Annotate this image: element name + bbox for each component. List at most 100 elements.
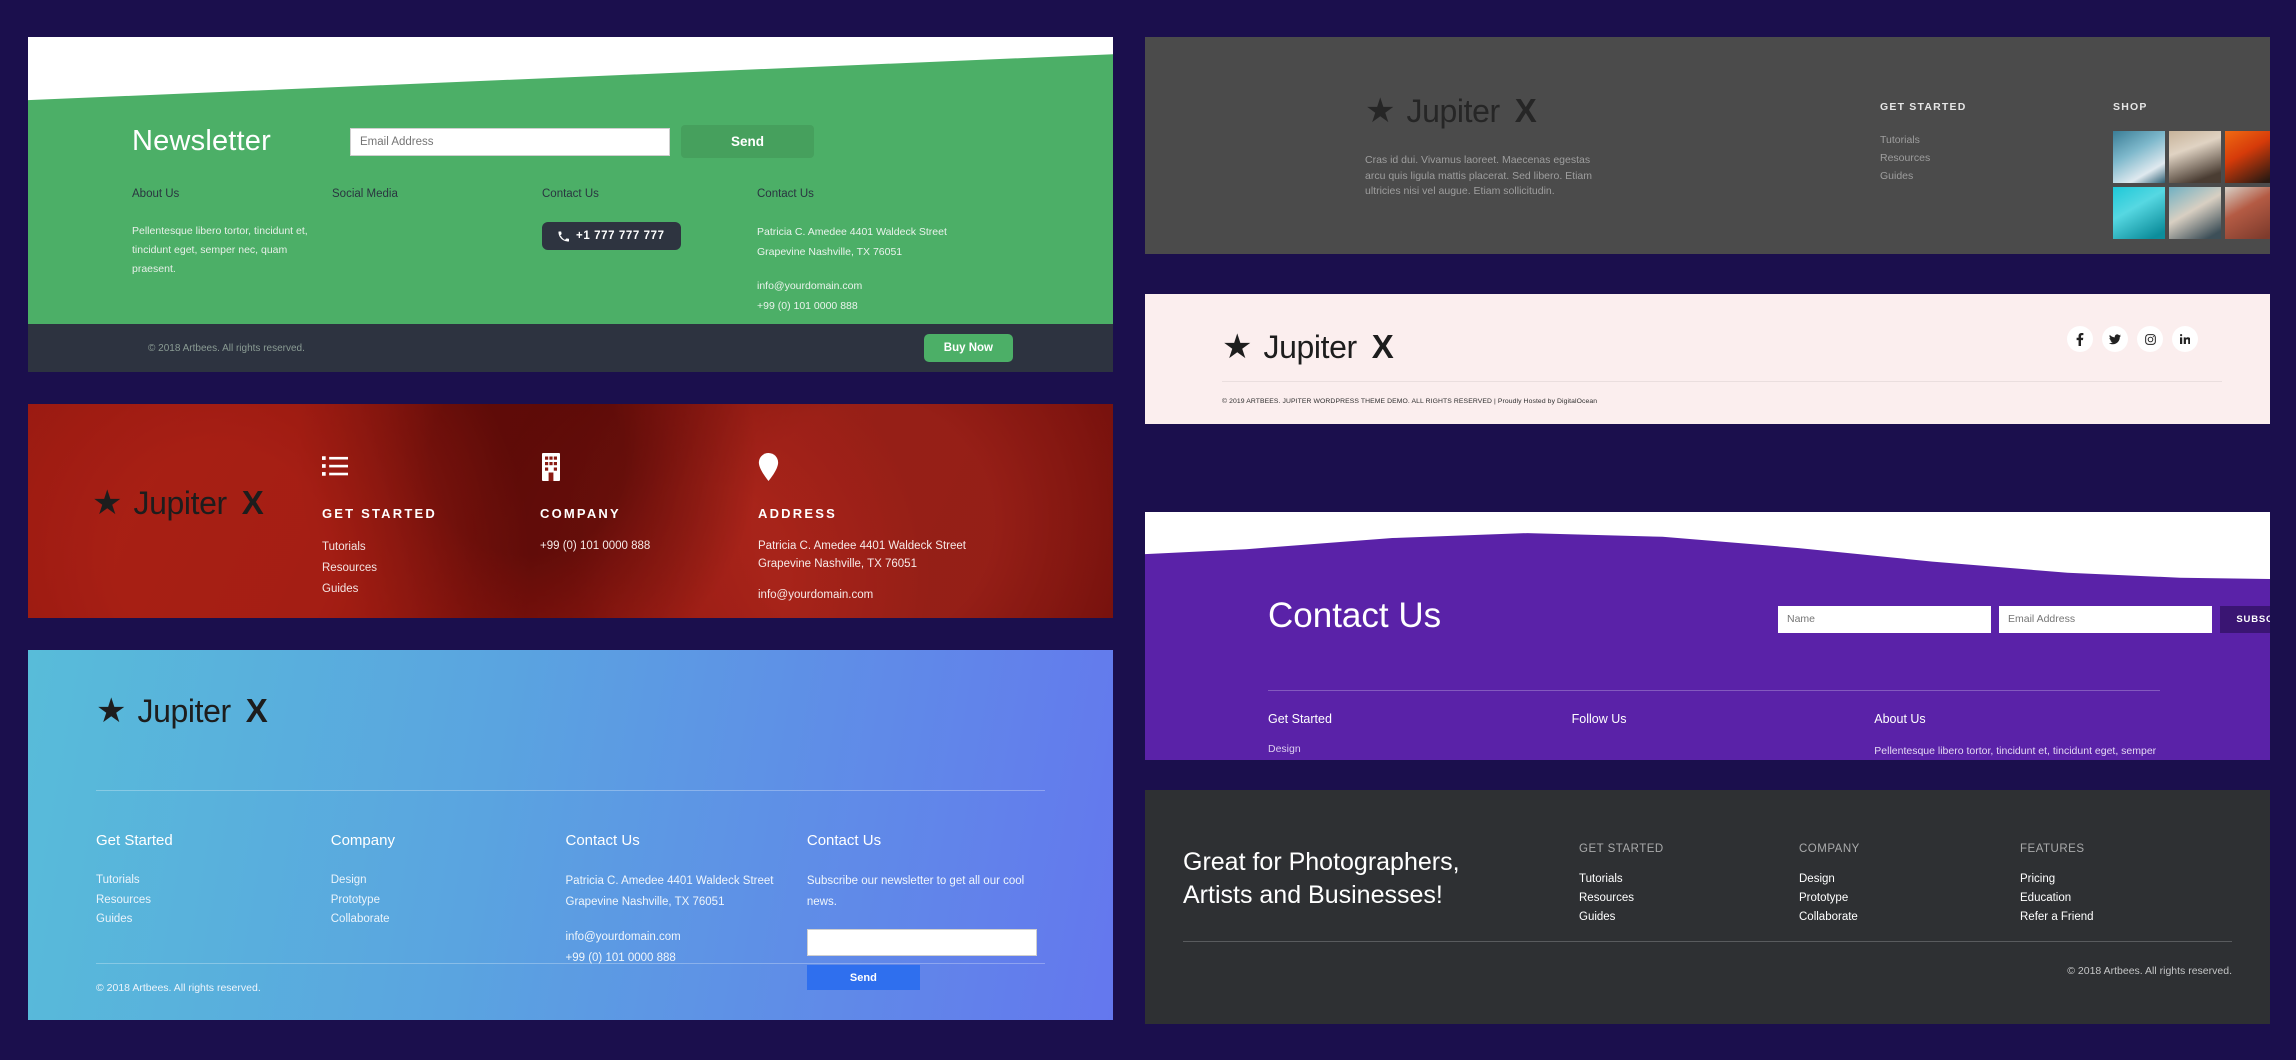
gray-description: Cras id dui. Vivamus laoreet. Maecenas e… bbox=[1365, 154, 1593, 197]
address-email[interactable]: info@yourdomain.com bbox=[757, 276, 1027, 296]
dark-headline: Great for Photographers, Artists and Bus… bbox=[1183, 846, 1533, 912]
blue-link-prototype[interactable]: Prototype bbox=[331, 891, 566, 911]
divider bbox=[1183, 941, 2232, 942]
green-col-address-heading: Contact Us bbox=[757, 188, 814, 200]
gray-col1-heading: GET STARTED bbox=[1880, 101, 1967, 113]
blue-link-resources[interactable]: Resources bbox=[96, 891, 331, 911]
gray-link-tutorials[interactable]: Tutorials bbox=[1880, 131, 1967, 149]
blue-send-button[interactable]: Send bbox=[806, 965, 920, 990]
shop-thumbnail[interactable] bbox=[2169, 131, 2221, 183]
blue-col2-heading: Company bbox=[330, 832, 395, 849]
green-col-social-heading: Social Media bbox=[332, 188, 398, 200]
newsletter-email-input[interactable] bbox=[350, 127, 670, 156]
buy-now-button[interactable]: Buy Now bbox=[923, 334, 1013, 362]
dark-link-guides[interactable]: Guides bbox=[1579, 908, 1664, 927]
dark-headline-line-2: Artists and Businesses! bbox=[1183, 881, 1443, 909]
phone-button[interactable]: +1 777 777 777 bbox=[542, 222, 681, 250]
footer-variant-gray: ★ Jupiter X Cras id dui. Vivamus laoreet… bbox=[1145, 37, 2270, 254]
blue-col4-heading: Contact Us bbox=[806, 832, 882, 849]
shop-thumbnail[interactable] bbox=[2225, 187, 2270, 239]
blue-link-guides[interactable]: Guides bbox=[96, 910, 331, 930]
email-input[interactable] bbox=[1999, 606, 2212, 633]
phone-icon bbox=[558, 230, 569, 242]
blue-address-email[interactable]: info@yourdomain.com bbox=[566, 927, 807, 948]
green-bottom-bar: © 2018 Artbees. All rights reserved. Buy… bbox=[28, 324, 1113, 372]
shop-thumbnail[interactable] bbox=[2225, 131, 2270, 183]
dark-link-prototype[interactable]: Prototype bbox=[1799, 889, 1860, 908]
blue-link-tutorials[interactable]: Tutorials bbox=[96, 871, 331, 891]
red-link-guides[interactable]: Guides bbox=[322, 579, 437, 600]
shop-thumbnail[interactable] bbox=[2169, 187, 2221, 239]
dark-link-collaborate[interactable]: Collaborate bbox=[1799, 908, 1860, 927]
green-columns: About Us Pellentesque libero tortor, tin… bbox=[132, 188, 1052, 316]
purple-col-about-us: About Us Pellentesque libero tortor, tin… bbox=[1874, 712, 2170, 760]
phone-number: +1 777 777 777 bbox=[576, 230, 665, 242]
red-col-address: ADDRESS Patricia C. Amedee 4401 Waldeck … bbox=[758, 453, 966, 618]
star-icon: ★ bbox=[92, 484, 123, 522]
linkedin-icon[interactable] bbox=[2172, 326, 2198, 352]
red-address-email[interactable]: info@yourdomain.com bbox=[758, 586, 966, 604]
green-copyright: © 2018 Artbees. All rights reserved. bbox=[148, 342, 305, 354]
star-icon: ★ bbox=[1365, 92, 1396, 130]
red-col-company: COMPANY +99 (0) 101 0000 888 bbox=[540, 453, 650, 555]
dark-link-education[interactable]: Education bbox=[2020, 889, 2094, 908]
logo-gray[interactable]: ★ Jupiter X bbox=[1365, 92, 1537, 130]
footer-variant-blue: ★ Jupiter X Get Started Tutorials Resour… bbox=[28, 650, 1113, 1020]
gray-link-resources[interactable]: Resources bbox=[1880, 149, 1967, 167]
logo-cream[interactable]: ★ Jupiter X bbox=[1222, 328, 1394, 366]
divider bbox=[96, 790, 1045, 791]
dark-link-design[interactable]: Design bbox=[1799, 870, 1860, 889]
purple-col3-heading: About Us bbox=[1874, 712, 1926, 726]
red-address-line-2: Grapevine Nashville, TX 76051 bbox=[758, 558, 917, 570]
social-links bbox=[2067, 326, 2198, 352]
shop-thumbnail[interactable] bbox=[2113, 131, 2165, 183]
facebook-icon[interactable] bbox=[2067, 326, 2093, 352]
address-line-2: Grapevine Nashville, TX 76051 bbox=[757, 246, 903, 258]
blue-link-design[interactable]: Design bbox=[331, 871, 566, 891]
logo-red[interactable]: ★ Jupiter X bbox=[92, 484, 264, 522]
red-col-get-started: GET STARTED Tutorials Resources Guides bbox=[322, 453, 437, 600]
brand-name: Jupiter bbox=[133, 484, 227, 521]
purple-col-follow-us: Follow Us bbox=[1572, 712, 1875, 760]
blue-col-contact: Contact Us Patricia C. Amedee 4401 Walde… bbox=[566, 832, 807, 990]
green-address-block: Patricia C. Amedee 4401 Waldeck Street G… bbox=[757, 222, 1027, 316]
footer-variant-green: Newsletter Send About Us Pellentesque li… bbox=[28, 37, 1113, 372]
address-line-1: Patricia C. Amedee 4401 Waldeck Street bbox=[757, 226, 947, 238]
blue-col-company: Company Design Prototype Collaborate bbox=[331, 832, 566, 990]
dark-link-refer-a-friend[interactable]: Refer a Friend bbox=[2020, 908, 2094, 927]
dark-link-tutorials[interactable]: Tutorials bbox=[1579, 870, 1664, 889]
footer-variant-red: ★ Jupiter X GET STARTED Tutorials Resour… bbox=[28, 404, 1113, 618]
divider bbox=[1268, 690, 2160, 691]
purple-col-get-started: Get Started Design Prototype Collaborate bbox=[1268, 712, 1572, 760]
purple-link-prototype[interactable]: Prototype bbox=[1268, 759, 1572, 761]
green-col-about-text: Pellentesque libero tortor, tincidunt et… bbox=[132, 225, 308, 275]
blue-subscribe-input[interactable] bbox=[806, 929, 1037, 956]
red-link-resources[interactable]: Resources bbox=[322, 558, 437, 579]
blue-address-line-2: Grapevine Nashville, TX 76051 bbox=[565, 896, 725, 908]
name-input[interactable] bbox=[1778, 606, 1991, 633]
blue-address-phone: +99 (0) 101 0000 888 bbox=[565, 952, 676, 964]
cream-copyright: © 2019 ARTBEES. JUPITER WORDPRESS THEME … bbox=[1222, 398, 1598, 405]
shop-thumbnail[interactable] bbox=[2113, 187, 2165, 239]
gray-link-guides[interactable]: Guides bbox=[1880, 167, 1967, 185]
red-address-line-1: Patricia C. Amedee 4401 Waldeck Street bbox=[758, 540, 966, 552]
purple-col2-heading: Follow Us bbox=[1571, 712, 1627, 726]
green-col-about: About Us Pellentesque libero tortor, tin… bbox=[132, 188, 332, 316]
brand-x: X bbox=[241, 484, 264, 521]
newsletter-send-button[interactable]: Send bbox=[681, 125, 814, 158]
dark-link-resources[interactable]: Resources bbox=[1579, 889, 1664, 908]
subscribe-button[interactable]: SUBSCRIBE bbox=[2220, 606, 2270, 633]
purple-about-text: Pellentesque libero tortor, tincidunt et… bbox=[1874, 745, 2157, 757]
logo-blue[interactable]: ★ Jupiter X bbox=[96, 692, 268, 730]
twitter-icon[interactable] bbox=[2102, 326, 2128, 352]
red-link-tutorials[interactable]: Tutorials bbox=[322, 537, 437, 558]
dark-link-pricing[interactable]: Pricing bbox=[2020, 870, 2094, 889]
purple-link-design[interactable]: Design bbox=[1268, 741, 1572, 759]
red-company-phone: +99 (0) 101 0000 888 bbox=[540, 540, 651, 552]
instagram-icon[interactable] bbox=[2137, 326, 2163, 352]
brand-x: X bbox=[245, 692, 268, 729]
subscribe-form: SUBSCRIBE bbox=[1778, 606, 2270, 633]
blue-link-collaborate[interactable]: Collaborate bbox=[331, 910, 566, 930]
dark-headline-line-1: Great for Photographers, bbox=[1183, 848, 1460, 876]
newsletter-title: Newsletter bbox=[132, 125, 271, 157]
